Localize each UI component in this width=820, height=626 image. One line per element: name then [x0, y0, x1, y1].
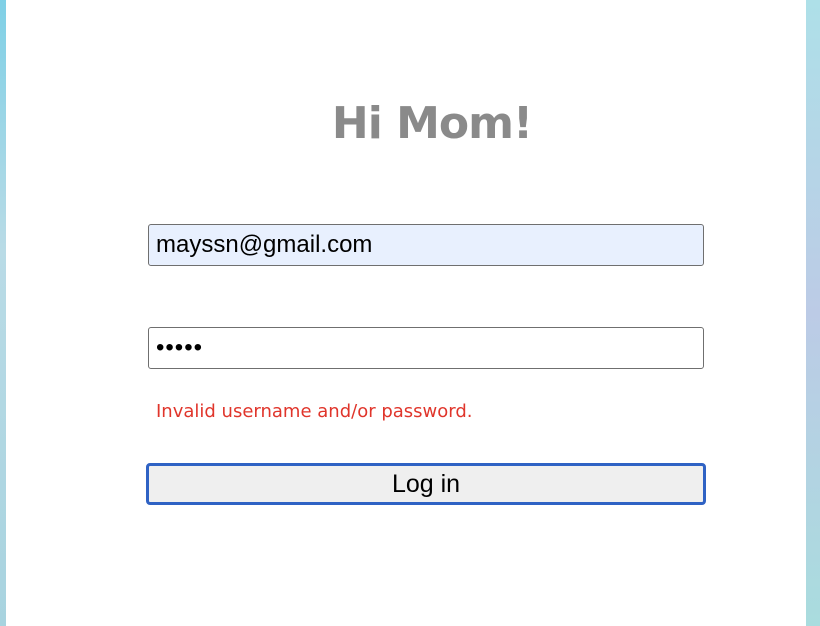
background-edge: [806, 0, 820, 626]
page-title: Hi Mom!: [331, 98, 533, 149]
password-field[interactable]: [148, 327, 704, 369]
error-message: Invalid username and/or password.: [156, 401, 473, 422]
login-button[interactable]: Log in: [146, 463, 706, 505]
login-card: Hi Mom! Invalid username and/or password…: [6, 0, 806, 626]
email-field[interactable]: [148, 224, 704, 266]
